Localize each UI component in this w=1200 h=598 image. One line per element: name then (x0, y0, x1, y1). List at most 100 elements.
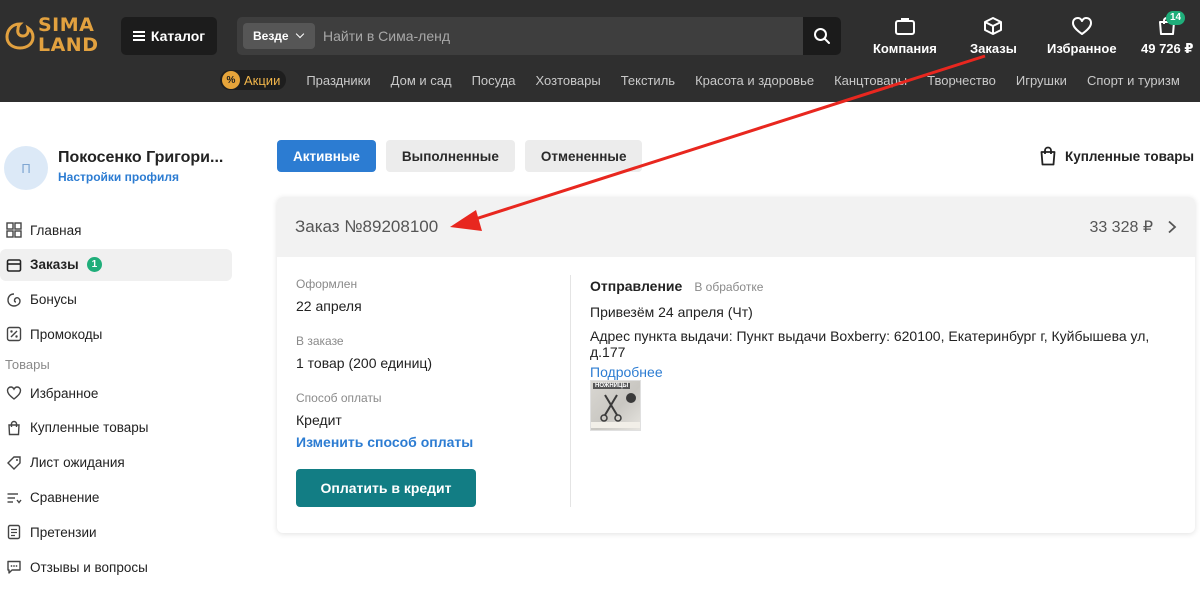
sidebar-item-label: Отзывы и вопросы (30, 559, 148, 575)
payment-value: Кредит (296, 412, 342, 428)
sidebar-item-home[interactable]: Главная (0, 214, 232, 246)
shipment-info: Отправление В обработке Привезём 24 апре… (590, 278, 1180, 380)
delivery-date: Привезём 24 апреля (Чт) (590, 304, 753, 320)
sidebar-group-goods: Товары (5, 356, 50, 372)
grid-icon (5, 222, 22, 239)
sidebar-item-label: Главная (30, 222, 82, 238)
sidebar-item-waitlist[interactable]: Лист ожидания (0, 447, 232, 479)
top-header: SIMA LAND Каталог Везде Компания З (0, 0, 1200, 102)
logo-text-top: SIMA (38, 14, 95, 36)
profile-settings-link[interactable]: Настройки профиля (58, 170, 179, 184)
catalog-button[interactable]: Каталог (121, 17, 217, 55)
avatar[interactable]: П (4, 146, 48, 190)
sidebar-item-compare[interactable]: Сравнение (0, 482, 232, 514)
search-scope-label: Везде (253, 29, 289, 43)
sidebar-item-orders[interactable]: Заказы 1 (0, 248, 232, 281)
divider (570, 275, 571, 507)
briefcase-icon (894, 18, 915, 35)
tag-clock-icon (5, 454, 22, 471)
category-link[interactable]: Праздники (306, 73, 370, 88)
nav-company[interactable]: Компания (873, 16, 937, 58)
logo-icon (5, 22, 35, 50)
search-scope-select[interactable]: Везде (243, 23, 315, 49)
sidebar-item-favorites[interactable]: Избранное (0, 377, 232, 409)
shopping-bag-icon (1040, 146, 1056, 166)
category-link[interactable]: Красота и здоровье (695, 73, 814, 88)
category-link[interactable]: Дом и сад (391, 73, 452, 88)
compare-list-icon (5, 489, 22, 506)
placed-label: Оформлен (296, 277, 358, 291)
sidebar-item-label: Претензии (30, 524, 97, 540)
promo-link[interactable]: % Акции (220, 70, 287, 90)
orders-box-icon (5, 256, 22, 273)
nav-orders-label: Заказы (970, 41, 1017, 56)
sidebar-item-label: Лист ожидания (30, 455, 125, 471)
search-button[interactable] (803, 17, 841, 55)
category-link[interactable]: Посуда (472, 73, 516, 88)
account-sidebar: Главная Заказы 1 Бонусы Промокоды Товары… (0, 214, 232, 586)
category-link[interactable]: Игрушки (1016, 73, 1067, 88)
document-icon (5, 524, 22, 541)
category-link[interactable]: Спорт и туризм (1087, 73, 1180, 88)
cart-total: 49 726 ₽ (1141, 41, 1194, 56)
logo-text-bottom: LAND (38, 34, 99, 56)
pickup-address: Адрес пункта выдачи: Пункт выдачи Boxber… (590, 328, 1150, 360)
placed-value: 22 апреля (296, 298, 362, 314)
percent-icon: % (222, 71, 240, 89)
sidebar-item-label: Промокоды (30, 326, 103, 342)
shipment-status: В обработке (694, 280, 764, 294)
bought-goods-link[interactable]: Купленные товары (1039, 146, 1194, 166)
bonus-icon (5, 291, 22, 308)
promo-label: Акции (244, 72, 281, 88)
orders-count-badge: 1 (86, 257, 103, 273)
menu-icon (132, 31, 145, 41)
payment-label: Способ оплаты (296, 391, 382, 405)
chevron-down-icon (295, 29, 304, 39)
order-details: Оформлен 22 апреля В заказе 1 товар (200… (296, 277, 556, 450)
category-link[interactable]: Канцтовары (834, 73, 907, 88)
order-sum: 33 328 ₽ (1089, 219, 1153, 236)
sidebar-item-label: Бонусы (30, 292, 77, 308)
sidebar-item-promocodes[interactable]: Промокоды (0, 318, 232, 350)
pay-credit-button[interactable]: Оплатить в кредит (296, 469, 476, 507)
nav-orders[interactable]: Заказы (970, 16, 1017, 58)
category-link[interactable]: Хозтовары (536, 73, 601, 88)
product-thumbnail-strip (591, 422, 640, 428)
order-card: Заказ №89208100 33 328 ₽ Оформлен 22 апр… (277, 197, 1195, 533)
nav-favorites[interactable]: Избранное (1047, 16, 1117, 58)
sidebar-item-bought[interactable]: Купленные товары (0, 412, 232, 444)
nav-company-label: Компания (873, 41, 937, 56)
product-thumbnail[interactable]: НОЖНИЦЫ (590, 380, 641, 431)
sima-land-logo[interactable]: SIMA LAND (4, 14, 100, 58)
order-status-tabs: Активные Выполненные Отмененные (277, 140, 643, 172)
search-bar: Везде (237, 17, 841, 55)
product-thumbnail-dot (626, 393, 636, 403)
shipment-title: Отправление (590, 278, 683, 294)
order-header[interactable]: Заказ №89208100 33 328 ₽ (277, 197, 1195, 257)
tab-active[interactable]: Активные (277, 140, 376, 172)
heart-icon (5, 385, 22, 402)
in-order-value: 1 товар (200 единиц) (296, 355, 433, 371)
category-menu: % Акции Праздники Дом и сад Посуда Хозто… (220, 70, 1180, 90)
more-details-link[interactable]: Подробнее (590, 364, 1180, 380)
sidebar-item-bonuses[interactable]: Бонусы (0, 284, 232, 316)
sidebar-item-claims[interactable]: Претензии (0, 516, 232, 548)
change-payment-link[interactable]: Изменить способ оплаты (296, 434, 556, 450)
nav-cart[interactable]: 14 49 726 ₽ (1141, 11, 1194, 58)
in-order-label: В заказе (296, 334, 344, 348)
search-icon (814, 28, 830, 44)
tab-completed[interactable]: Выполненные (385, 140, 515, 172)
sidebar-item-reviews[interactable]: Отзывы и вопросы (0, 551, 232, 583)
category-link[interactable]: Текстиль (621, 73, 675, 88)
order-number: Заказ №89208100 (295, 217, 439, 236)
tab-cancelled[interactable]: Отмененные (524, 140, 643, 172)
category-link[interactable]: Творчество (927, 73, 996, 88)
catalog-label: Каталог (150, 28, 206, 44)
nav-favorites-label: Избранное (1047, 41, 1117, 56)
sidebar-item-label: Купленные товары (30, 420, 149, 436)
profile-name: Покосенко Григори... (58, 149, 224, 166)
bought-goods-label: Купленные товары (1065, 148, 1194, 164)
sidebar-item-label: Сравнение (30, 490, 100, 506)
heart-icon (1071, 17, 1092, 35)
search-input[interactable] (323, 17, 793, 55)
